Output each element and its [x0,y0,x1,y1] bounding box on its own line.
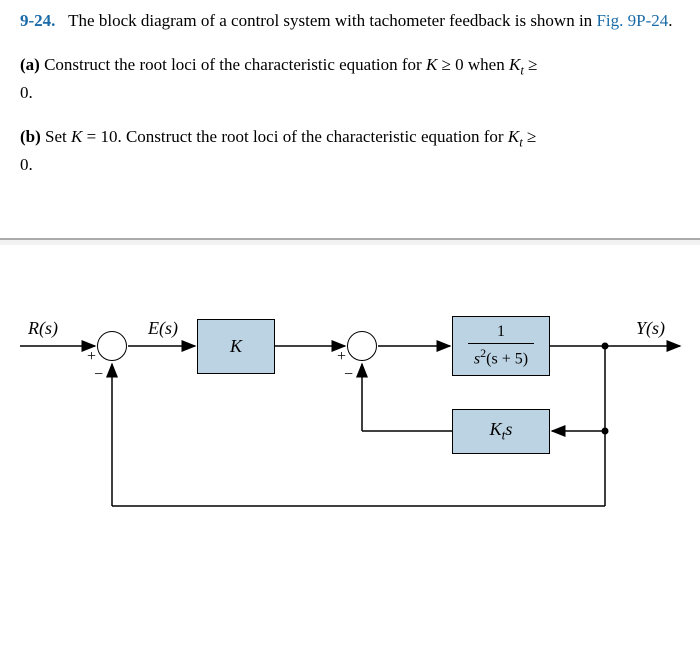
plant-numerator: 1 [491,323,511,343]
op-b: ≥ [523,127,537,146]
block-diagram: R(s) E(s) Y(s) + − + − K 1 s2(s + 5) Kts [0,276,700,576]
sum1-minus: − [94,366,103,384]
plant-rest: (s + 5) [486,350,528,367]
gain-block: K [197,319,275,374]
plant-denominator: s2(s + 5) [468,343,534,368]
diagram-wires [0,276,700,576]
figure-reference: Fig. 9P-24 [596,11,668,30]
plant-block: 1 s2(s + 5) [452,316,550,376]
tach-s: s [505,419,512,439]
sum2-plus: + [337,348,346,366]
tachometer-block: Kts [452,409,550,454]
signal-Y: Y(s) [636,318,665,339]
signal-R: R(s) [28,318,58,339]
section-divider [0,238,700,246]
part-b-text2: = 10. Construct the root loci of the cha… [82,127,507,146]
op2: ≥ [524,55,538,74]
signal-E: E(s) [148,318,178,339]
problem-statement: 9-24. The block diagram of a control sys… [20,8,680,34]
plant-fraction: 1 s2(s + 5) [468,323,534,368]
var-K-b: K [71,127,82,146]
part-b-label: (b) [20,127,41,146]
op1: ≥ 0 when [437,55,509,74]
sum1-plus: + [87,348,96,366]
part-a-tail: 0. [20,83,33,102]
part-b: (b) Set K = 10. Construct the root loci … [20,124,680,178]
problem-intro: The block diagram of a control system wi… [68,11,596,30]
sum2-minus: − [344,366,353,384]
var-Kt: K [509,55,520,74]
part-a-text: Construct the root loci of the character… [44,55,426,74]
part-a: (a) Construct the root loci of the chara… [20,52,680,106]
part-b-tail: 0. [20,155,33,174]
gain-label: K [230,336,242,357]
period: . [668,11,672,30]
summing-junction-1 [97,331,127,361]
var-K: K [426,55,437,74]
var-Kt-b: K [508,127,519,146]
summing-junction-2 [347,331,377,361]
problem-number: 9-24. [20,11,55,30]
tach-K: K [490,419,502,439]
part-a-label: (a) [20,55,40,74]
part-b-text1: Set [45,127,71,146]
